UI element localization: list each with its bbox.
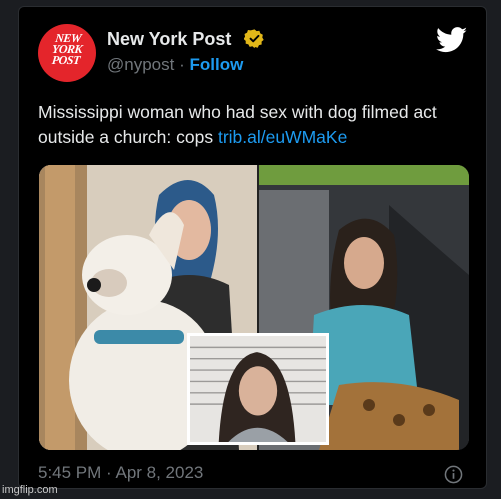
avatar-logo: NEW YORK POST bbox=[36, 31, 97, 67]
tweet-text: Mississippi woman who had sex with dog f… bbox=[38, 100, 468, 150]
separator: · bbox=[179, 55, 185, 74]
profile-avatar[interactable]: NEW YORK POST bbox=[38, 24, 96, 82]
tweet-timestamp[interactable]: 5:45 PM · Apr 8, 2023 bbox=[38, 463, 203, 483]
info-icon[interactable] bbox=[444, 465, 463, 484]
avatar-logo-line-3: POST bbox=[51, 53, 81, 67]
display-name[interactable]: New York Post bbox=[107, 29, 231, 50]
tweet-media[interactable] bbox=[39, 165, 469, 450]
tweet-link[interactable]: trib.al/euWMaKe bbox=[218, 127, 347, 147]
handle[interactable]: @nypost bbox=[107, 55, 174, 74]
follow-button[interactable]: Follow bbox=[190, 55, 244, 74]
mugshot-photo[interactable] bbox=[187, 333, 329, 445]
tweet-card: NEW YORK POST New York Post @nypost · Fo… bbox=[18, 6, 487, 489]
watermark: imgflip.com bbox=[2, 484, 58, 496]
verified-badge-icon bbox=[244, 29, 264, 49]
twitter-bird-icon[interactable] bbox=[436, 27, 468, 53]
handle-row: @nypost · Follow bbox=[107, 55, 243, 75]
